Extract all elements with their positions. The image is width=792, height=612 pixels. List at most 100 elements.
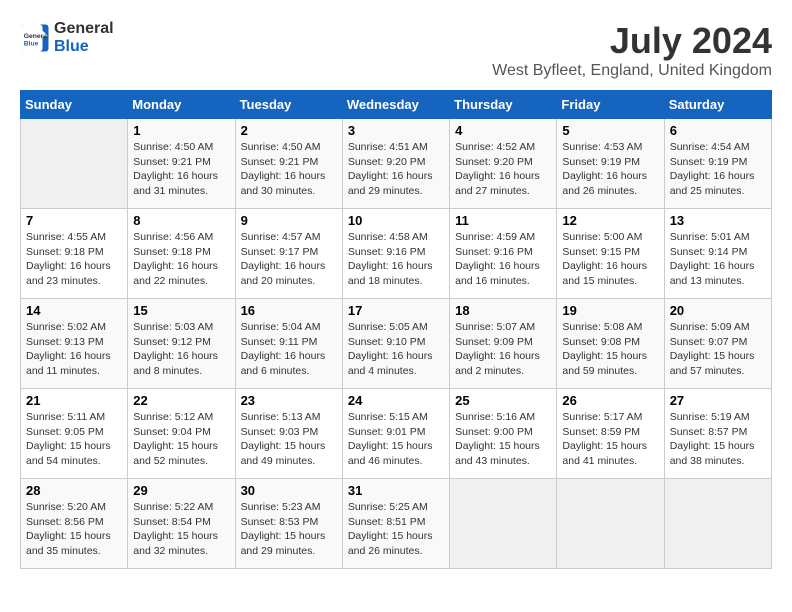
day-number: 28: [26, 483, 122, 498]
day-info: Sunrise: 5:03 AM Sunset: 9:12 PM Dayligh…: [133, 320, 229, 379]
calendar-day-cell: 26 Sunrise: 5:17 AM Sunset: 8:59 PM Dayli…: [557, 389, 664, 479]
day-info: Sunrise: 5:08 AM Sunset: 9:08 PM Dayligh…: [562, 320, 658, 379]
day-info: Sunrise: 5:17 AM Sunset: 8:59 PM Dayligh…: [562, 410, 658, 469]
calendar-day-header: Friday: [557, 91, 664, 119]
calendar-day-cell: [557, 479, 664, 569]
day-number: 30: [241, 483, 337, 498]
day-info: Sunrise: 4:54 AM Sunset: 9:19 PM Dayligh…: [670, 140, 766, 199]
day-info: Sunrise: 5:09 AM Sunset: 9:07 PM Dayligh…: [670, 320, 766, 379]
day-info: Sunrise: 4:57 AM Sunset: 9:17 PM Dayligh…: [241, 230, 337, 289]
day-number: 29: [133, 483, 229, 498]
calendar-day-cell: 13 Sunrise: 5:01 AM Sunset: 9:14 PM Dayli…: [664, 209, 771, 299]
calendar-day-cell: 15 Sunrise: 5:03 AM Sunset: 9:12 PM Dayli…: [128, 299, 235, 389]
day-number: 7: [26, 213, 122, 228]
calendar-week-row: 28 Sunrise: 5:20 AM Sunset: 8:56 PM Dayli…: [21, 479, 772, 569]
day-number: 25: [455, 393, 551, 408]
day-info: Sunrise: 5:22 AM Sunset: 8:54 PM Dayligh…: [133, 500, 229, 559]
day-number: 10: [348, 213, 444, 228]
day-info: Sunrise: 5:01 AM Sunset: 9:14 PM Dayligh…: [670, 230, 766, 289]
day-number: 4: [455, 123, 551, 138]
day-number: 22: [133, 393, 229, 408]
day-info: Sunrise: 5:12 AM Sunset: 9:04 PM Dayligh…: [133, 410, 229, 469]
calendar-day-cell: 2Sunrise: 4:50 AM Sunset: 9:21 PM Daylig…: [235, 119, 342, 209]
day-info: Sunrise: 4:56 AM Sunset: 9:18 PM Dayligh…: [133, 230, 229, 289]
calendar-table: SundayMondayTuesdayWednesdayThursdayFrid…: [20, 90, 772, 569]
calendar-day-header: Sunday: [21, 91, 128, 119]
calendar-day-cell: 29 Sunrise: 5:22 AM Sunset: 8:54 PM Dayli…: [128, 479, 235, 569]
calendar-day-cell: 7 Sunrise: 4:55 AM Sunset: 9:18 PM Daylig…: [21, 209, 128, 299]
day-info: Sunrise: 5:23 AM Sunset: 8:53 PM Dayligh…: [241, 500, 337, 559]
calendar-day-cell: 6 Sunrise: 4:54 AM Sunset: 9:19 PM Daylig…: [664, 119, 771, 209]
day-number: 23: [241, 393, 337, 408]
day-info: Sunrise: 4:55 AM Sunset: 9:18 PM Dayligh…: [26, 230, 122, 289]
day-number: 18: [455, 303, 551, 318]
calendar-day-cell: 9 Sunrise: 4:57 AM Sunset: 9:17 PM Daylig…: [235, 209, 342, 299]
calendar-day-cell: 27 Sunrise: 5:19 AM Sunset: 8:57 PM Dayli…: [664, 389, 771, 479]
calendar-day-cell: 14 Sunrise: 5:02 AM Sunset: 9:13 PM Dayli…: [21, 299, 128, 389]
day-number: 2: [241, 123, 337, 138]
calendar-day-header: Tuesday: [235, 91, 342, 119]
calendar-day-header: Monday: [128, 91, 235, 119]
calendar-day-cell: 21Sunrise: 5:11 AM Sunset: 9:05 PM Dayli…: [21, 389, 128, 479]
day-number: 20: [670, 303, 766, 318]
day-info: Sunrise: 5:20 AM Sunset: 8:56 PM Dayligh…: [26, 500, 122, 559]
day-number: 24: [348, 393, 444, 408]
calendar-day-cell: 8 Sunrise: 4:56 AM Sunset: 9:18 PM Daylig…: [128, 209, 235, 299]
day-number: 6: [670, 123, 766, 138]
day-info: Sunrise: 4:53 AM Sunset: 9:19 PM Dayligh…: [562, 140, 658, 199]
title-section: July 2024 West Byfleet, England, United …: [492, 20, 772, 80]
day-number: 8: [133, 213, 229, 228]
calendar-day-cell: 20 Sunrise: 5:09 AM Sunset: 9:07 PM Dayli…: [664, 299, 771, 389]
day-info: Sunrise: 4:50 AM Sunset: 9:21 PM Dayligh…: [133, 140, 229, 199]
day-info: Sunrise: 5:25 AM Sunset: 8:51 PM Dayligh…: [348, 500, 444, 559]
calendar-day-cell: 30 Sunrise: 5:23 AM Sunset: 8:53 PM Dayli…: [235, 479, 342, 569]
day-info: Sunrise: 5:16 AM Sunset: 9:00 PM Dayligh…: [455, 410, 551, 469]
day-number: 13: [670, 213, 766, 228]
day-number: 3: [348, 123, 444, 138]
calendar-day-cell: 22 Sunrise: 5:12 AM Sunset: 9:04 PM Dayli…: [128, 389, 235, 479]
day-number: 26: [562, 393, 658, 408]
day-info: Sunrise: 4:58 AM Sunset: 9:16 PM Dayligh…: [348, 230, 444, 289]
calendar-day-cell: [450, 479, 557, 569]
day-info: Sunrise: 4:51 AM Sunset: 9:20 PM Dayligh…: [348, 140, 444, 199]
logo-icon: General Blue: [20, 23, 50, 53]
calendar-title: July 2024: [492, 20, 772, 62]
day-number: 19: [562, 303, 658, 318]
day-number: 9: [241, 213, 337, 228]
calendar-day-cell: 24 Sunrise: 5:15 AM Sunset: 9:01 PM Dayli…: [342, 389, 449, 479]
calendar-day-cell: 25 Sunrise: 5:16 AM Sunset: 9:00 PM Dayli…: [450, 389, 557, 479]
day-info: Sunrise: 5:00 AM Sunset: 9:15 PM Dayligh…: [562, 230, 658, 289]
calendar-day-cell: 28 Sunrise: 5:20 AM Sunset: 8:56 PM Dayli…: [21, 479, 128, 569]
calendar-day-cell: 4 Sunrise: 4:52 AM Sunset: 9:20 PM Daylig…: [450, 119, 557, 209]
day-number: 21: [26, 393, 122, 408]
day-info: Sunrise: 5:05 AM Sunset: 9:10 PM Dayligh…: [348, 320, 444, 379]
day-info: Sunrise: 5:15 AM Sunset: 9:01 PM Dayligh…: [348, 410, 444, 469]
calendar-subtitle: West Byfleet, England, United Kingdom: [492, 62, 772, 80]
calendar-day-cell: 18Sunrise: 5:07 AM Sunset: 9:09 PM Dayli…: [450, 299, 557, 389]
day-number: 12: [562, 213, 658, 228]
calendar-day-cell: 11 Sunrise: 4:59 AM Sunset: 9:16 PM Dayli…: [450, 209, 557, 299]
day-info: Sunrise: 5:02 AM Sunset: 9:13 PM Dayligh…: [26, 320, 122, 379]
day-info: Sunrise: 4:52 AM Sunset: 9:20 PM Dayligh…: [455, 140, 551, 199]
calendar-day-cell: 31 Sunrise: 5:25 AM Sunset: 8:51 PM Dayli…: [342, 479, 449, 569]
day-number: 31: [348, 483, 444, 498]
page-header: General Blue General Blue July 2024 West…: [20, 20, 772, 80]
day-info: Sunrise: 5:04 AM Sunset: 9:11 PM Dayligh…: [241, 320, 337, 379]
calendar-week-row: 7 Sunrise: 4:55 AM Sunset: 9:18 PM Daylig…: [21, 209, 772, 299]
day-info: Sunrise: 5:19 AM Sunset: 8:57 PM Dayligh…: [670, 410, 766, 469]
calendar-day-cell: 19 Sunrise: 5:08 AM Sunset: 9:08 PM Dayli…: [557, 299, 664, 389]
calendar-day-cell: [21, 119, 128, 209]
day-number: 27: [670, 393, 766, 408]
calendar-day-cell: 10 Sunrise: 4:58 AM Sunset: 9:16 PM Dayli…: [342, 209, 449, 299]
day-number: 16: [241, 303, 337, 318]
calendar-day-header: Wednesday: [342, 91, 449, 119]
calendar-day-cell: 3 Sunrise: 4:51 AM Sunset: 9:20 PM Daylig…: [342, 119, 449, 209]
day-number: 14: [26, 303, 122, 318]
calendar-header-row: SundayMondayTuesdayWednesdayThursdayFrid…: [21, 91, 772, 119]
day-number: 15: [133, 303, 229, 318]
calendar-day-cell: 17Sunrise: 5:05 AM Sunset: 9:10 PM Dayli…: [342, 299, 449, 389]
day-info: Sunrise: 4:59 AM Sunset: 9:16 PM Dayligh…: [455, 230, 551, 289]
day-number: 11: [455, 213, 551, 228]
calendar-day-cell: [664, 479, 771, 569]
calendar-day-header: Saturday: [664, 91, 771, 119]
